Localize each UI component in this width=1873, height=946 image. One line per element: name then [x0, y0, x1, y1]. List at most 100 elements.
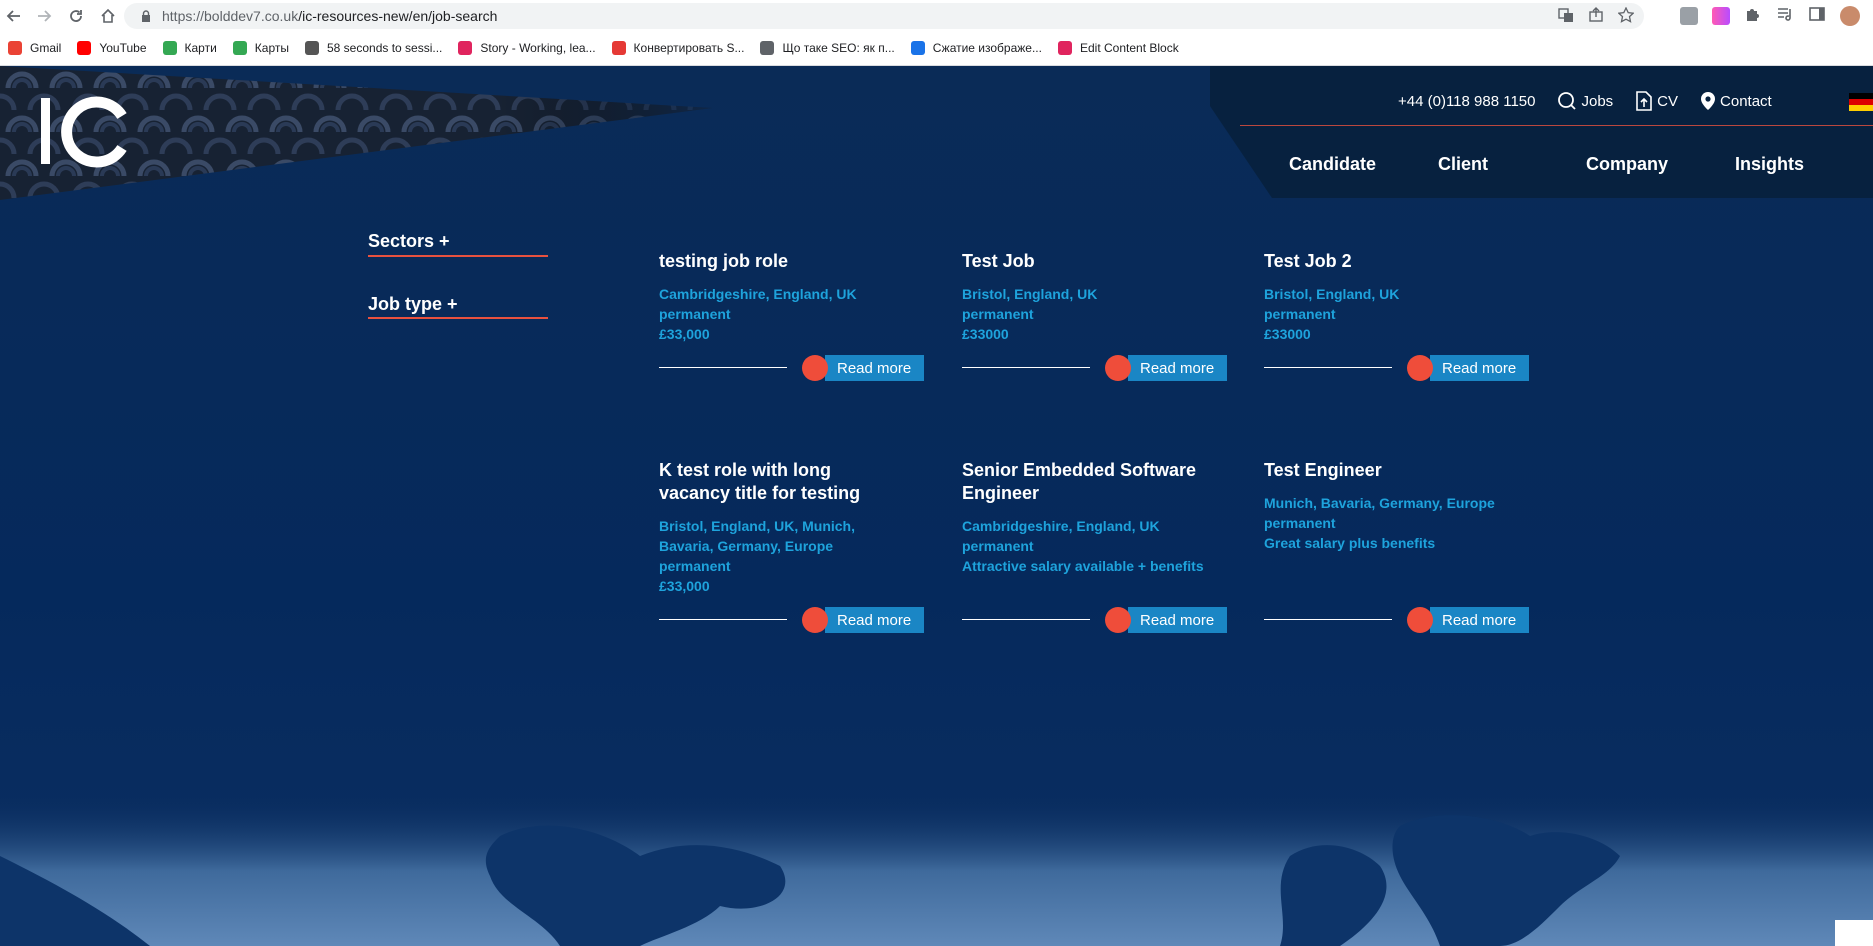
- main-navigation: Candidate Client Company Insights: [0, 154, 1873, 184]
- bookmark-label: Gmail: [30, 41, 62, 55]
- bookmark-favicon-icon: [760, 41, 775, 55]
- job-salary: Great salary plus benefits: [1264, 535, 1436, 551]
- divider-line: [1264, 367, 1392, 368]
- address-bar[interactable]: https://bolddev7.co.uk/ic-resources-new/…: [124, 3, 1644, 29]
- job-location: Cambridgeshire, England, UK: [962, 518, 1160, 534]
- nav-client[interactable]: Client: [1438, 154, 1488, 175]
- accent-dot-icon: [802, 607, 828, 633]
- cv-link[interactable]: CV: [1635, 91, 1678, 111]
- url-host: https://bolddev7.co.uk: [162, 8, 299, 24]
- nav-company[interactable]: Company: [1586, 154, 1668, 175]
- upload-document-icon: [1636, 91, 1652, 111]
- bookmark-label: YouTube: [99, 41, 147, 55]
- nav-candidate[interactable]: Candidate: [1289, 154, 1376, 175]
- bookmark-label: Що таке SEO: як п...: [782, 41, 895, 55]
- jobs-link[interactable]: Jobs: [1557, 91, 1613, 111]
- job-title-line: vacancy title for testing: [659, 483, 861, 503]
- bookmark-item[interactable]: Карти: [162, 41, 217, 55]
- url-path: /ic-resources-new/en/job-search: [298, 8, 498, 24]
- phone-link[interactable]: +44 (0)118 988 1150: [1398, 93, 1535, 110]
- job-meta: Cambridgeshire, England, UK permanent £3…: [659, 284, 924, 344]
- sectors-filter[interactable]: Sectors +: [368, 231, 450, 252]
- job-location-line: Bavaria, Germany, Europe: [659, 538, 834, 554]
- bookmark-favicon-icon: [458, 41, 473, 55]
- jobs-label: Jobs: [1581, 92, 1614, 110]
- bookmark-item[interactable]: Карты: [232, 41, 289, 55]
- color-extension-icon[interactable]: [1712, 7, 1730, 25]
- header-accent-line: [1240, 125, 1873, 126]
- url-text: https://bolddev7.co.uk/ic-resources-new/…: [162, 8, 497, 24]
- browser-chrome: https://bolddev7.co.uk/ic-resources-new/…: [0, 0, 1873, 66]
- job-type: permanent: [1264, 515, 1336, 531]
- job-card: Test Job Bristol, England, UK permanent …: [962, 250, 1227, 344]
- extensions-area: [1680, 5, 1860, 27]
- job-type: permanent: [962, 306, 1034, 322]
- job-location-line: Bristol, England, UK, Munich,: [659, 518, 855, 534]
- read-more-button[interactable]: Read more: [1128, 355, 1227, 381]
- read-more-row: Read more: [1264, 355, 1529, 381]
- job-title[interactable]: testing job role: [659, 250, 924, 273]
- job-location: Cambridgeshire, England, UK: [659, 286, 857, 302]
- job-salary: Attractive salary available + benefits: [962, 558, 1204, 574]
- bookmark-label: Конвертировать S...: [633, 41, 745, 55]
- bookmark-item[interactable]: Story - Working, lea...: [458, 41, 596, 55]
- job-title[interactable]: Test Engineer: [1264, 459, 1529, 482]
- read-more-button[interactable]: Read more: [1128, 607, 1227, 633]
- bookmark-item[interactable]: Edit Content Block: [1057, 41, 1179, 55]
- read-more-button[interactable]: Read more: [825, 607, 924, 633]
- profile-avatar[interactable]: [1840, 6, 1860, 26]
- job-type: permanent: [659, 306, 731, 322]
- reload-icon[interactable]: [62, 2, 90, 30]
- bookmark-item[interactable]: Що таке SEO: як п...: [760, 41, 895, 55]
- job-title[interactable]: Test Job: [962, 250, 1227, 273]
- job-card: Test Job 2 Bristol, England, UK permanen…: [1264, 250, 1529, 344]
- read-more-row: Read more: [1264, 607, 1529, 633]
- share-icon[interactable]: [1588, 6, 1604, 26]
- read-more-row: Read more: [962, 607, 1227, 633]
- job-type-filter[interactable]: Job type +: [368, 294, 458, 315]
- job-title[interactable]: Test Job 2: [1264, 250, 1529, 273]
- bookmark-item[interactable]: 58 seconds to sessi...: [304, 41, 442, 55]
- home-icon[interactable]: [94, 2, 122, 30]
- job-meta: Bristol, England, UK permanent £33000: [1264, 284, 1529, 344]
- accent-dot-icon: [1407, 607, 1433, 633]
- job-title[interactable]: K test role with long vacancy title for …: [659, 459, 924, 505]
- job-type-underline: [368, 317, 548, 319]
- job-meta: Bristol, England, UK, Munich, Bavaria, G…: [659, 516, 924, 596]
- job-title[interactable]: Senior Embedded Software Engineer: [962, 459, 1227, 505]
- job-meta: Bristol, England, UK permanent £33000: [962, 284, 1227, 344]
- profile-extension-icon[interactable]: [1680, 7, 1698, 25]
- puzzle-icon[interactable]: [1744, 5, 1762, 28]
- job-meta: Cambridgeshire, England, UK permanent At…: [962, 516, 1227, 576]
- bookmark-item[interactable]: Конвертировать S...: [611, 41, 745, 55]
- translate-icon[interactable]: [1558, 7, 1574, 26]
- job-card: testing job role Cambridgeshire, England…: [659, 250, 924, 344]
- divider-line: [962, 619, 1090, 620]
- read-more-button[interactable]: Read more: [1430, 607, 1529, 633]
- bookmark-label: Story - Working, lea...: [480, 41, 596, 55]
- bookmark-item[interactable]: Gmail: [8, 41, 61, 55]
- sidebar-icon[interactable]: [1808, 5, 1826, 28]
- read-more-row: Read more: [962, 355, 1227, 381]
- read-more-button[interactable]: Read more: [1430, 355, 1529, 381]
- read-more-button[interactable]: Read more: [825, 355, 924, 381]
- bookmark-favicon-icon: [910, 41, 925, 55]
- job-location: Munich, Bavaria, Germany, Europe: [1264, 495, 1495, 511]
- cv-label: CV: [1657, 92, 1679, 110]
- bookmark-item[interactable]: YouTube: [77, 41, 147, 55]
- contact-link[interactable]: Contact: [1700, 91, 1772, 111]
- job-type: permanent: [1264, 306, 1336, 322]
- divider-line: [1264, 619, 1392, 620]
- bookmark-item[interactable]: Сжатие изображе...: [910, 41, 1042, 55]
- back-icon[interactable]: [0, 2, 28, 30]
- nav-insights[interactable]: Insights: [1735, 154, 1804, 175]
- reading-list-icon[interactable]: [1776, 5, 1794, 28]
- accent-dot-icon: [802, 355, 828, 381]
- bookmark-star-icon[interactable]: [1617, 5, 1635, 26]
- utility-nav: +44 (0)118 988 1150 Jobs CV Contact: [1398, 88, 1794, 114]
- job-salary: £33000: [962, 326, 1009, 342]
- read-more-row: Read more: [659, 355, 924, 381]
- german-flag-icon[interactable]: [1849, 93, 1873, 111]
- bookmark-label: Карты: [254, 41, 289, 55]
- forward-icon[interactable]: [30, 2, 58, 30]
